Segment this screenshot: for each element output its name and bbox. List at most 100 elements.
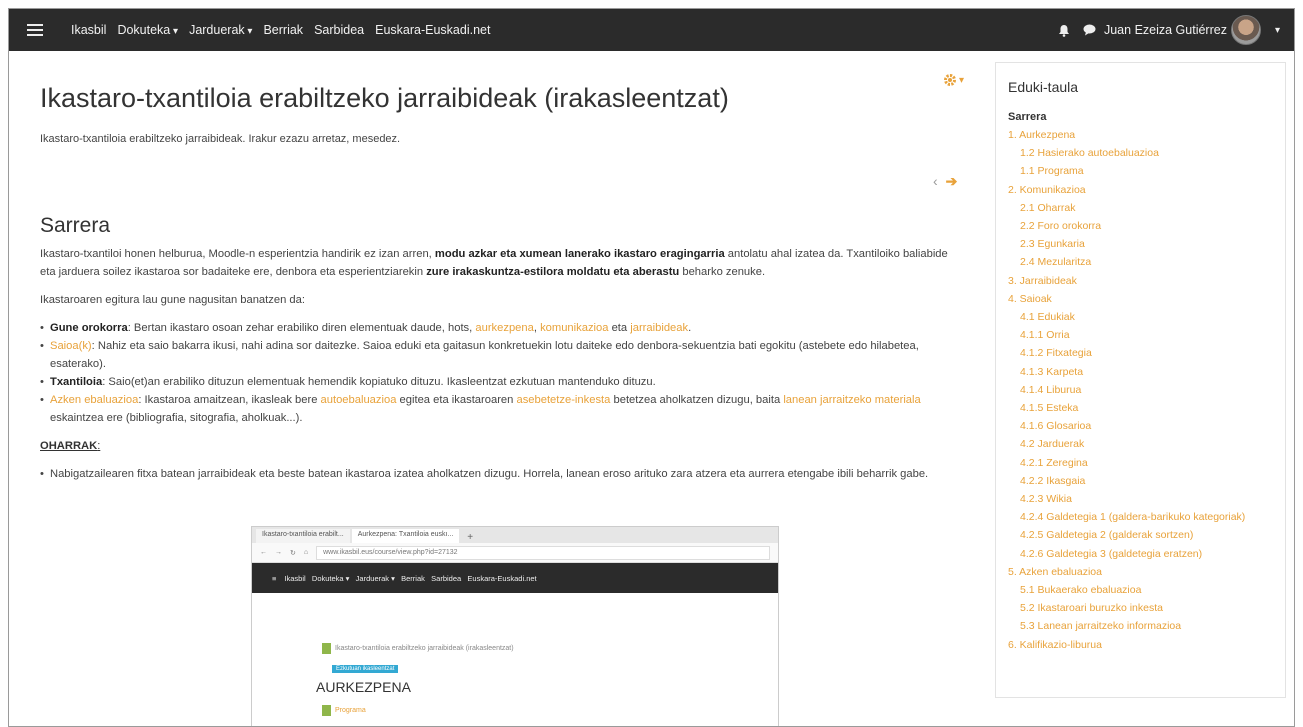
toc-item[interactable]: 4. Saioak (1008, 290, 1273, 308)
structure-list: Gune orokorra: Bertan ikastaro osoan zeh… (40, 319, 960, 427)
toc-item[interactable]: 4.1.4 Liburua (1008, 381, 1273, 399)
list-item: Txantiloia: Saio(et)an erabiliko dituzun… (40, 373, 960, 391)
book-icon (322, 705, 331, 716)
forward-icon: → (275, 549, 282, 556)
intro-paragraph: Ikastaro-txantiloi honen helburua, Moodl… (40, 245, 960, 281)
next-arrow-icon[interactable]: ➔ (946, 173, 958, 190)
text: Ikastaro-txantiloi honen helburua, Moodl… (40, 248, 435, 260)
link-jarraibideak[interactable]: jarraibideak (630, 322, 688, 334)
back-icon: ← (260, 549, 267, 556)
toc-item[interactable]: 4.2 Jarduerak (1008, 435, 1273, 453)
toc-item[interactable]: 2.1 Oharrak (1008, 199, 1273, 217)
text: eskaintzea ere (bibliografia, sitografia… (50, 412, 303, 424)
text: egitea eta ikastaroaren (396, 394, 517, 406)
toc-item[interactable]: 4.1.6 Glosarioa (1008, 417, 1273, 435)
toc-item[interactable]: 1.2 Hasierako autoebaluazioa (1008, 144, 1273, 162)
toc-heading[interactable]: Sarrera (1008, 111, 1273, 123)
toc-item[interactable]: 4.2.3 Wikia (1008, 490, 1273, 508)
toc-item[interactable]: 3. Jarraibideak (1008, 272, 1273, 290)
nav-euskara-euskadi[interactable]: Euskara-Euskadi.net (375, 23, 490, 37)
screenshot-heading: AURKEZPENA (316, 679, 411, 695)
section-body: Ikastaro-txantiloi honen helburua, Moodl… (40, 245, 960, 493)
toc-item[interactable]: 4.2.6 Galdetegia 3 (galdetegia eratzen) (1008, 545, 1273, 563)
toc-item[interactable]: 2.2 Foro orokorra (1008, 217, 1273, 235)
user-name[interactable]: Juan Ezeiza Gutiérrez (1104, 23, 1227, 37)
toc-list: 1. Aurkezpena 1.2 Hasierako autoebaluazio… (1008, 126, 1273, 654)
screenshot-hidden-badge: Ezkutuan ikasleentzat (332, 665, 399, 673)
notifications-bell-icon[interactable] (1056, 22, 1072, 38)
link-azken-ebaluazioa[interactable]: Azken ebaluazioa (50, 394, 138, 406)
toc-item[interactable]: 5.1 Bukaerako ebaluazioa (1008, 581, 1273, 599)
home-icon: ⌂ (303, 549, 309, 556)
notes-colon: : (97, 440, 101, 452)
screenshot-url: www.ikasbil.eus/course/view.php?id=27132 (316, 545, 770, 560)
screenshot-tab: Ikastaro-txantiloia erabilt... (256, 529, 350, 543)
nav-dokuteka[interactable]: Dokuteka (117, 23, 178, 37)
screenshot-tab-active: Aurkezpena: Txantiloia euskı... (351, 529, 460, 543)
avatar[interactable] (1230, 15, 1261, 45)
toc-item[interactable]: 4.2.2 Ikasgaia (1008, 472, 1273, 490)
screenshot-page-link: Ikastaro-txantiloia erabiltzeko jarraibi… (322, 643, 514, 654)
screenshot-navbar: ≡ Ikasbil Dokuteka ▾ Jarduerak ▾ Berriak… (252, 563, 778, 593)
screenshot-body: Ikastaro-txantiloia erabiltzeko jarraibi… (252, 593, 778, 726)
nav-berriak[interactable]: Berriak (263, 23, 303, 37)
text: : Saio(et)an erabiliko dituzun elementua… (102, 376, 656, 388)
link-saioak[interactable]: Saioa(k) (50, 340, 92, 352)
toc-item[interactable]: 2. Komunikazioa (1008, 181, 1273, 199)
table-of-contents: Eduki-taula Sarrera 1. Aurkezpena 1.2 Has… (995, 62, 1286, 698)
toc-item[interactable]: 4.1 Edukiak (1008, 308, 1273, 326)
list-item: Gune orokorra: Bertan ikastaro osoan zeh… (40, 319, 960, 337)
nav-ikasbil[interactable]: Ikasbil (71, 23, 106, 37)
toc-item[interactable]: 4.2.5 Galdetegia 2 (galderak sortzen) (1008, 526, 1273, 544)
reload-icon: ↻ (290, 549, 296, 557)
menu-icon[interactable] (27, 24, 43, 36)
section-title: Sarrera (40, 214, 111, 237)
link-komunikazioa[interactable]: komunikazioa (540, 322, 608, 334)
page-navigation: ‹ ➔ (933, 173, 957, 190)
text: . (688, 322, 692, 334)
text: : Ikastaroa amaitzean, ikasleak bere (138, 394, 321, 406)
nav-jarduerak[interactable]: Jarduerak (189, 23, 252, 37)
link-aurkezpena[interactable]: aurkezpena (475, 322, 533, 334)
toc-item[interactable]: 4.1.5 Esteka (1008, 399, 1273, 417)
top-navbar: Ikasbil Dokuteka Jarduerak Berriak Sarbi… (9, 9, 1294, 51)
toc-item[interactable]: 5. Azken ebaluazioa (1008, 563, 1273, 581)
toc-item[interactable]: 6. Kalifikazio-liburua (1008, 636, 1273, 654)
list-item: Saioa(k): Nahiz eta saio bakarra ikusi, … (40, 337, 960, 373)
notes-title: OHARRAK (40, 440, 98, 452)
gear-icon[interactable]: ▾ (943, 73, 964, 87)
user-menu-chevron-icon[interactable]: ▾ (1275, 25, 1280, 36)
notes-list: Nabigatzailearen fitxa batean jarraibide… (40, 465, 960, 483)
text: beharko zenuke. (679, 266, 766, 278)
previous-arrow-icon[interactable]: ‹ (933, 173, 938, 190)
toc-item[interactable]: 2.3 Egunkaria (1008, 235, 1273, 253)
toc-item[interactable]: 2.4 Mezularitza (1008, 253, 1273, 271)
main-content: Ikastaro-txantiloia erabiltzeko jarraibi… (21, 51, 981, 726)
toc-item[interactable]: 5.3 Lanean jarraitzeko informazioa (1008, 617, 1273, 635)
screenshot-tabbar: Ikastaro-txantiloia erabilt... Aurkezpen… (252, 527, 778, 543)
toc-item[interactable]: 4.1.2 Fitxategia (1008, 344, 1273, 362)
page-title: Ikastaro-txantiloia erabiltzeko jarraibi… (40, 83, 729, 113)
plus-icon: + (467, 532, 474, 543)
link-autoebaluazioa[interactable]: autoebaluazioa (321, 394, 397, 406)
messages-icon[interactable] (1082, 22, 1098, 38)
toc-item[interactable]: 1. Aurkezpena (1008, 126, 1273, 144)
link-asebetetze-inkesta[interactable]: asebetetze-inkesta (516, 394, 610, 406)
toc-item[interactable]: 4.2.1 Zereginа (1008, 454, 1273, 472)
toc-item[interactable]: 4.1.1 Orria (1008, 326, 1273, 344)
text: betetzea aholkatzen dizugu, baita (610, 394, 784, 406)
embedded-screenshot: Ikastaro-txantiloia erabilt... Aurkezpen… (251, 526, 779, 726)
toc-item[interactable]: 1.1 Programa (1008, 162, 1273, 180)
nav-sarbidea[interactable]: Sarbidea (314, 23, 364, 37)
toc-item[interactable]: 5.2 Ikastaroari buruzko inkesta (1008, 599, 1273, 617)
bold-text: modu azkar eta xumean lanerako ikastaro … (434, 248, 725, 260)
link-lanean-jarraitzeko[interactable]: lanean jarraitzeko materiala (783, 394, 920, 406)
toc-item[interactable]: 4.2.4 Galdetegia 1 (galdera-barikuko kat… (1008, 508, 1273, 526)
bold-text: Gune orokorra (50, 322, 128, 334)
text: Programa (335, 707, 366, 714)
menu-icon: ≡ (272, 573, 277, 583)
list-item: Nabigatzailearen fitxa batean jarraibide… (40, 465, 960, 483)
notes-heading: OHARRAK: (40, 437, 960, 455)
book-icon (322, 643, 331, 654)
toc-item[interactable]: 4.1.3 Karpeta (1008, 363, 1273, 381)
